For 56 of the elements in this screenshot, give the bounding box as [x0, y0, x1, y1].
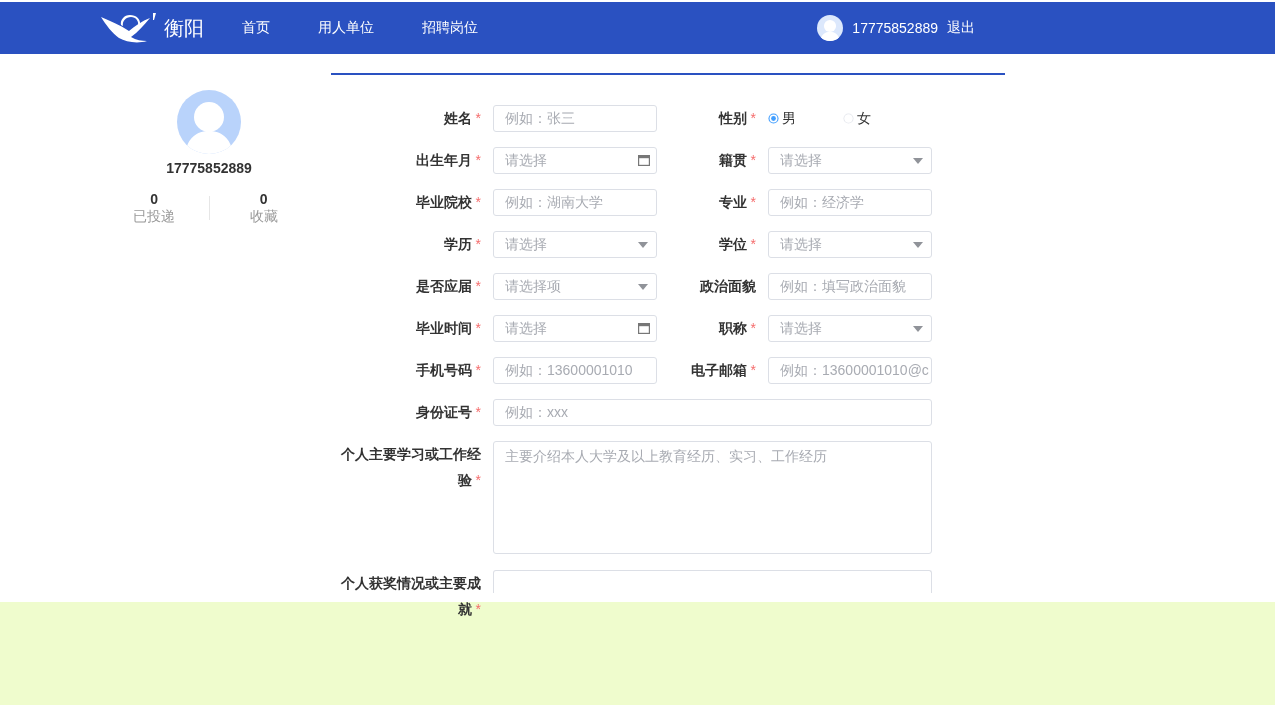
radio-option[interactable]: 男	[768, 109, 843, 128]
field-label: 政治面貌	[699, 277, 756, 296]
date-field[interactable]: 请选择	[493, 147, 657, 174]
stat-label: 收藏	[248, 207, 279, 225]
dropdown-field[interactable]: 请选择项	[493, 273, 657, 300]
caret-icon	[913, 157, 923, 164]
field-label: 籍贯 *	[717, 151, 756, 170]
field-label: 专业 *	[717, 193, 756, 212]
field-label: 身份证号 *	[414, 403, 481, 422]
dropdown-field[interactable]: 请选择	[768, 147, 932, 174]
brand-name: 衡阳	[164, 15, 204, 41]
field-label: 学位 *	[717, 235, 756, 254]
text-field[interactable]: 例如：经济学	[768, 189, 932, 216]
caret-icon	[638, 283, 648, 290]
field-label: 毕业院校 *	[414, 193, 481, 212]
avatar-icon	[817, 15, 844, 41]
stat-count: 0	[258, 191, 269, 207]
caret-icon	[913, 241, 923, 248]
field-label: 毕业时间 *	[414, 319, 481, 338]
field-label: 性别 *	[717, 109, 756, 128]
field-label: 是否应届 *	[414, 277, 481, 296]
text-field[interactable]: 例如：张三	[493, 105, 657, 132]
stat-label: 已投递	[132, 207, 177, 225]
caret-icon	[913, 325, 923, 332]
dropdown-field[interactable]: 请选择	[768, 231, 932, 258]
stat-count: 0	[149, 191, 160, 207]
text-field[interactable]: 例如：13600001010	[493, 357, 657, 384]
textarea-field[interactable]	[493, 570, 932, 593]
field-label: 手机号码 *	[414, 361, 481, 380]
field-label: 出生年月 *	[414, 151, 481, 170]
text-field[interactable]: 例如：xxx	[493, 399, 932, 426]
textarea-field[interactable]: 主要介绍本人大学及以上教育经历、实习、工作经历	[493, 441, 932, 554]
text-field[interactable]: 例如：13600001010@c	[768, 357, 932, 384]
nav-link[interactable]: 用人单位	[318, 19, 374, 37]
nav-link[interactable]: 招聘岗位	[422, 19, 478, 37]
radio-option[interactable]: 女	[843, 109, 918, 128]
dropdown-field[interactable]: 请选择	[493, 231, 657, 258]
text-field[interactable]: 例如：湖南大学	[493, 189, 657, 216]
avatar-icon	[177, 90, 241, 154]
logout-link[interactable]: 退出	[947, 19, 975, 37]
calendar-icon	[638, 323, 650, 334]
calendar-icon	[638, 155, 650, 166]
text-field[interactable]: 例如：填写政治面貌	[768, 273, 932, 300]
date-field[interactable]: 请选择	[493, 315, 657, 342]
field-label: 职称 *	[717, 319, 756, 338]
field-label: 个人主要学习或工作经验 *	[340, 445, 481, 490]
user-phone: 17775852889	[166, 159, 252, 177]
bird-logo-icon	[100, 12, 158, 44]
caret-icon	[638, 241, 648, 248]
field-label: 学历 *	[442, 235, 481, 254]
field-label: 电子邮箱 *	[689, 361, 756, 380]
user-phone: 17775852889	[852, 20, 938, 36]
field-label: 姓名 *	[442, 109, 481, 128]
nav-link[interactable]: 首页	[242, 19, 270, 37]
field-label: 个人获奖情况或主要成就 *	[340, 574, 481, 619]
dropdown-field[interactable]: 请选择	[768, 315, 932, 342]
